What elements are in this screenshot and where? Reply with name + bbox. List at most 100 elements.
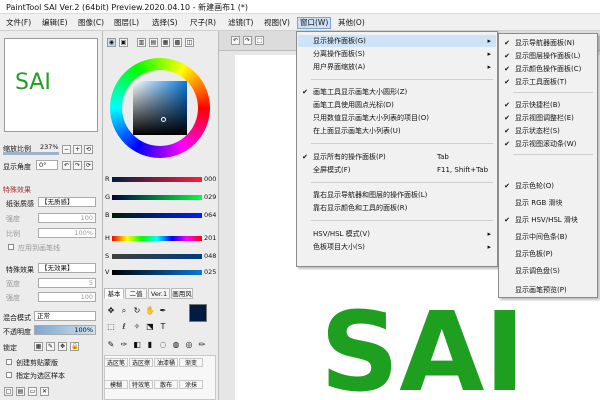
hsv-slider-icon[interactable]: ▤ [149,38,158,47]
menu-select[interactable]: 选择(S) [150,17,180,29]
menu-item-brush-circle[interactable]: ✔ 画笔工具显示画笔大小圆形(Z) [298,86,496,98]
brush-blur[interactable]: 模糊 [104,380,128,389]
blur-tool-icon[interactable]: ◎ [184,340,194,350]
apply-to-brush-checkbox[interactable] [8,244,14,250]
delete-layer-icon[interactable]: ✕ [40,387,49,396]
rgb-slider-icon[interactable]: ▥ [137,38,146,47]
clipping-mask-checkbox[interactable] [6,359,12,365]
menu-other[interactable]: 其他(O) [336,17,367,29]
g-value[interactable]: 029 [204,193,216,201]
submenu-item-navigator[interactable]: ✔ 显示导航器面板(N) [500,37,596,49]
submenu-item-scrollbar[interactable]: ✔ 显示视图滚动条(W) [500,138,596,150]
brush-scatter[interactable]: 散布 [154,380,178,389]
lasso-tool-icon[interactable]: ℓ [119,322,129,332]
eraser-tool-icon[interactable]: ◧ [132,340,142,350]
deselect-icon[interactable]: ⬚ [255,36,264,45]
menu-item-color-tool-right[interactable]: 靠右显示颜色和工具的面板(R) [298,202,496,214]
color-wheel-mode-icon[interactable]: ◉ [107,38,116,47]
menu-image[interactable]: 图像(C) [76,17,106,29]
zoom-out-button[interactable]: − [62,145,71,154]
swatch-icon[interactable]: ▩ [173,38,182,47]
marker-tool-icon[interactable]: ▮ [145,340,155,350]
zoom-slider[interactable] [3,152,59,155]
paper-texture-select[interactable]: 【无质感】 [38,197,96,207]
new-layer-icon[interactable]: □ [4,387,13,396]
pencil-tool-icon[interactable]: ✏ [197,340,207,350]
submenu-item-mix-bar[interactable]: 显示中间色条(B) [500,231,596,243]
sv-square[interactable] [133,81,187,135]
menu-ruler[interactable]: 尺子(R) [188,17,218,29]
menu-file[interactable]: 文件(F) [4,17,33,29]
submenu-item-brush-preview[interactable]: 显示画笔预览(P) [500,284,596,296]
brush-gradient[interactable]: 渐变 [179,358,203,367]
transform-tool-icon[interactable]: ⬔ [145,322,155,332]
current-color-swatch[interactable] [189,304,207,322]
effects-section-label[interactable]: 特殊效果 [3,185,31,195]
r-value[interactable]: 000 [204,175,216,183]
submenu-item-tool-panel[interactable]: ✔ 显示工具面板(T) [500,76,596,88]
submenu-item-palette[interactable]: 显示调色盘(S) [500,265,596,277]
color-box-mode-icon[interactable]: ▣ [119,38,128,47]
brush-smudge[interactable]: 涂抹 [179,380,203,389]
brush-effect-pen[interactable]: 特效笔 [129,380,153,389]
brush-select-pen[interactable]: 选区笔 [104,358,128,367]
menu-item-ui-scale[interactable]: 用户界面缩放(A) ▸ [298,61,496,73]
lock-all-icon[interactable]: 🔒 [70,342,79,351]
brush-tool-icon[interactable]: ✎ [106,340,116,350]
angle-value[interactable]: 0° [36,160,58,170]
menu-item-numeric-brush-list[interactable]: 只用数值显示画笔大小列表的项目(O) [298,112,496,124]
submenu-item-rgb-slider[interactable]: 显示 RGB 滑块 [500,197,596,209]
new-folder-icon[interactable]: ▭ [28,387,37,396]
submenu-item-swatch[interactable]: 显示色板(P) [500,248,596,260]
scratchpad-icon[interactable]: ◫ [185,38,194,47]
lock-move-icon[interactable]: ✥ [58,342,67,351]
menu-item-dot-cursor[interactable]: 画笔工具使用圆点光标(D) [298,99,496,111]
h-value[interactable]: 201 [204,234,216,242]
h-slider[interactable] [112,236,202,241]
menu-item-swatch-size[interactable]: 色板项目大小(S) ▸ [298,241,496,253]
move-tool-icon[interactable]: ✥ [106,306,116,316]
g-slider[interactable] [112,195,202,200]
b-slider[interactable] [112,213,202,218]
submenu-item-color-panel[interactable]: ✔ 显示颜色操作面板(C) [500,63,596,75]
navigator-preview[interactable]: SAI [4,38,98,132]
pen-tool-icon[interactable]: ✑ [119,340,129,350]
zoom-in-button[interactable]: + [73,145,82,154]
zoom-tool-icon[interactable]: ⌕ [119,306,129,316]
undo-icon[interactable]: ↶ [231,36,240,45]
magic-wand-tool-icon[interactable]: ✧ [132,322,142,332]
menu-layer[interactable]: 图层(L) [112,17,141,29]
brush-bucket[interactable]: 油漆桶 [154,358,178,367]
menu-item-nav-layer-right[interactable]: 靠右显示导航器和图层的操作面板(L) [298,189,496,201]
r-slider[interactable] [112,177,202,182]
menu-item-separate-panels[interactable]: 分离操作面板(S) ▸ [298,48,496,60]
blend-mode-select[interactable]: 正常 [34,311,96,321]
rect-select-tool-icon[interactable]: ⬚ [106,322,116,332]
submenu-item-view-bar[interactable]: ✔ 显示视图调整栏(E) [500,112,596,124]
menu-item-brush-list-top[interactable]: 在上面显示画笔大小列表(U) [298,125,496,137]
text-tool-icon[interactable]: T [158,322,168,332]
menu-item-fullscreen[interactable]: 全屏模式(F) F11, Shift+Tab [298,164,496,176]
submenu-item-hsv-slider[interactable]: ✔ 显示 HSV/HSL 滑块 [500,214,596,226]
color-wheel[interactable] [110,58,210,158]
menu-edit[interactable]: 编辑(E) [40,17,70,29]
menu-window[interactable]: 窗口(W) [297,17,332,29]
tab-painting[interactable]: 画用风 [171,288,193,299]
redo-icon[interactable]: ↷ [243,36,252,45]
hand-tool-icon[interactable]: ✋ [145,306,155,316]
menu-item-show-panels[interactable]: 显示操作面板(G) ▸ [298,35,496,47]
opacity-slider[interactable]: 100% [34,325,96,335]
eyedropper-tool-icon[interactable]: ✒ [158,306,168,316]
lock-paint-icon[interactable]: ✎ [46,342,55,351]
strength-value[interactable]: 100 [38,213,96,223]
rotate-tool-icon[interactable]: ↻ [132,306,142,316]
menu-item-show-all-panels[interactable]: ✔ 显示所有的操作面板(P) Tab [298,151,496,163]
airbrush-tool-icon[interactable]: ◌ [158,340,168,350]
tab-binary[interactable]: 二值 [125,288,147,299]
submenu-item-color-wheel[interactable]: ✔ 显示色轮(O) [500,180,596,192]
mix-bar-icon[interactable]: ▦ [161,38,170,47]
rotate-reset-icon[interactable]: ⟳ [84,161,93,170]
menu-view[interactable]: 视图(V) [262,17,292,29]
s-value[interactable]: 048 [204,252,216,260]
rotate-right-button[interactable]: ↷ [73,161,82,170]
